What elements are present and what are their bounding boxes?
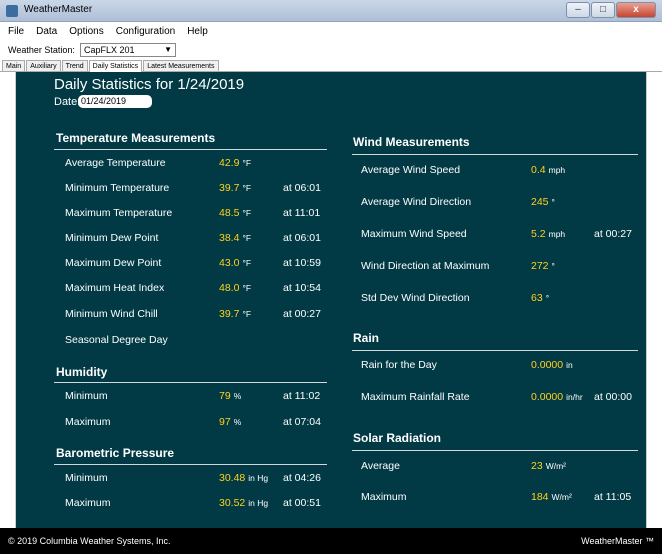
solar-section-title: Solar Radiation: [353, 431, 442, 445]
temperature-section-title: Temperature Measurements: [56, 131, 216, 145]
row-value: 79%: [219, 390, 242, 402]
divider: [54, 149, 327, 150]
row-label: Maximum Heat Index: [65, 282, 165, 294]
divider: [352, 350, 638, 351]
row-label: Rain for the Day: [361, 359, 437, 371]
station-label: Weather Station:: [8, 45, 75, 55]
brand-label: WeatherMaster ™: [581, 536, 654, 546]
row-value: 48.0 °F: [219, 282, 252, 294]
row-value: 23 W/m²: [531, 460, 566, 472]
divider: [352, 450, 638, 451]
row-value: 43.0 °F: [219, 257, 252, 269]
row-label: Minimum Wind Chill: [65, 308, 158, 320]
row-label: Minimum Dew Point: [65, 232, 159, 244]
menu-bar: File Data Options Configuration Help: [0, 22, 662, 40]
row-label: Minimum Temperature: [65, 182, 170, 194]
row-time: at 06:01: [283, 232, 321, 244]
row-value: 30.52 in Hg: [219, 497, 269, 509]
row-value: 0.4 mph: [531, 164, 566, 176]
row-value: 0.0000 in/hr: [531, 391, 583, 403]
rain-section-title: Rain: [353, 331, 380, 345]
pressure-section-title: Barometric Pressure: [56, 446, 175, 460]
station-bar: Weather Station: CapFLX 201 ▼: [0, 40, 662, 60]
row-time: at 11:02: [283, 390, 321, 402]
row-value: 42.9 °F: [219, 157, 252, 169]
row-value: 39.7 °F: [219, 182, 252, 194]
tab-daily-statistics[interactable]: Daily Statistics: [88, 60, 143, 72]
row-time: at 06:01: [283, 182, 321, 194]
row-label: Std Dev Wind Direction: [361, 292, 470, 304]
row-time: at 10:54: [283, 282, 321, 294]
row-time: at 11:01: [283, 207, 321, 219]
row-time: at 00:51: [283, 497, 321, 509]
tab-auxiliary[interactable]: Auxiliary: [26, 60, 61, 71]
row-time: at 00:00: [594, 391, 632, 403]
tab-trend[interactable]: Trend: [61, 60, 88, 71]
row-label: Maximum: [65, 416, 111, 428]
row-value: 39.7 °F: [219, 308, 252, 320]
wind-section-title: Wind Measurements: [353, 135, 470, 149]
menu-options[interactable]: Options: [69, 26, 103, 37]
menu-help[interactable]: Help: [187, 26, 208, 37]
date-label: Date:: [54, 96, 81, 108]
row-value: 184 W/m²: [531, 491, 572, 503]
row-value: 38.4 °F: [219, 232, 252, 244]
row-label: Minimum: [65, 390, 108, 402]
date-input[interactable]: 01/24/2019: [78, 95, 152, 108]
page-title: Daily Statistics for 1/24/2019: [54, 76, 245, 93]
row-value: 48.5 °F: [219, 207, 252, 219]
row-time: at 07:04: [283, 416, 321, 428]
row-value: 0.0000 in: [531, 359, 573, 371]
row-value: 63 °: [531, 292, 550, 304]
humidity-section-title: Humidity: [56, 365, 108, 379]
right-margin: [646, 72, 662, 528]
divider: [352, 154, 638, 155]
menu-data[interactable]: Data: [36, 26, 57, 37]
station-value: CapFLX 201: [84, 45, 135, 55]
row-time: at 00:27: [283, 308, 321, 320]
row-label: Maximum: [65, 497, 111, 509]
tab-latest-measurements[interactable]: Latest Measurements: [143, 60, 219, 71]
row-value: 272 °: [531, 260, 555, 272]
left-margin: [0, 72, 16, 528]
minimize-button[interactable]: –: [566, 2, 590, 18]
row-label: Maximum Wind Speed: [361, 228, 467, 240]
row-time: at 11:05: [594, 491, 632, 503]
tab-main[interactable]: Main: [2, 60, 26, 71]
row-label: Maximum Rainfall Rate: [361, 391, 470, 403]
row-label: Wind Direction at Maximum: [361, 260, 490, 272]
tab-bar: Main Auxiliary Trend Daily Statistics La…: [0, 60, 662, 72]
maximize-button[interactable]: □: [591, 2, 615, 18]
row-label: Average Wind Speed: [361, 164, 461, 176]
row-label: Maximum: [361, 491, 407, 503]
row-label: Maximum Temperature: [65, 207, 173, 219]
chevron-down-icon: ▼: [164, 45, 172, 54]
station-select[interactable]: CapFLX 201 ▼: [80, 43, 176, 57]
row-time: at 04:26: [283, 472, 321, 484]
menu-file[interactable]: File: [8, 26, 24, 37]
close-button[interactable]: x: [616, 2, 656, 18]
menu-configuration[interactable]: Configuration: [116, 26, 175, 37]
row-value: 5.2 mph: [531, 228, 566, 240]
daily-statistics-panel: Daily Statistics for 1/24/2019 Date: 01/…: [16, 72, 646, 528]
window-controls: – □ x: [566, 2, 656, 18]
row-value: 30.48 in Hg: [219, 472, 269, 484]
footer: © 2019 Columbia Weather Systems, Inc. We…: [0, 528, 662, 554]
row-time: at 10:59: [283, 257, 321, 269]
divider: [54, 382, 327, 383]
row-time: at 00:27: [594, 228, 632, 240]
row-label: Average Wind Direction: [361, 196, 472, 208]
title-bar: WeatherMaster – □ x: [0, 0, 662, 22]
row-value: 97%: [219, 416, 242, 428]
app-icon: [6, 5, 18, 17]
row-label: Maximum Dew Point: [65, 257, 162, 269]
row-label: Minimum: [65, 472, 108, 484]
row-label: Seasonal Degree Day: [65, 334, 168, 346]
window-title: WeatherMaster: [24, 4, 93, 15]
divider: [54, 464, 327, 465]
row-label: Average Temperature: [65, 157, 166, 169]
row-value: 245 °: [531, 196, 555, 208]
row-label: Average: [361, 460, 400, 472]
copyright: © 2019 Columbia Weather Systems, Inc.: [8, 536, 171, 546]
